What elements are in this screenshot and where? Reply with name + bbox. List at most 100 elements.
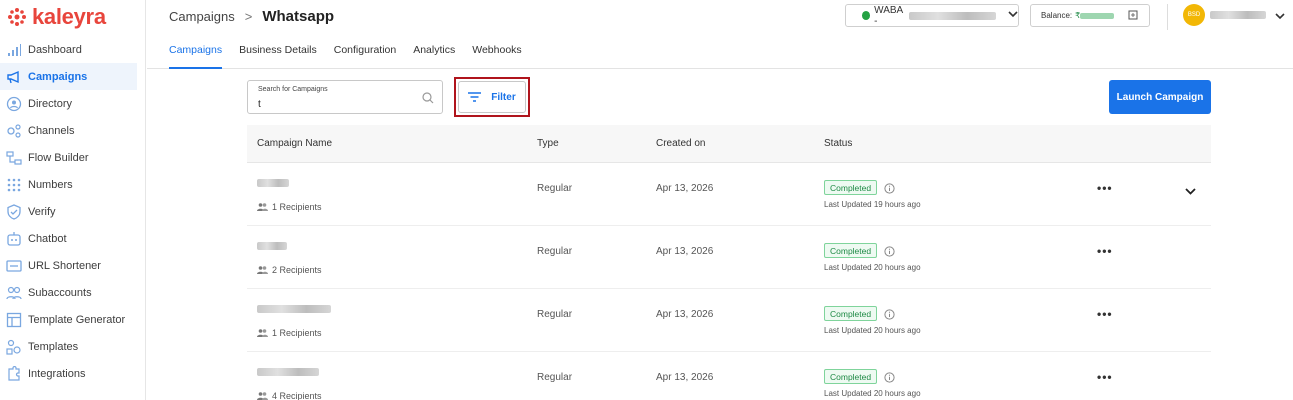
search-box[interactable]: Search for Campaigns xyxy=(247,80,443,114)
redacted-campaign-name xyxy=(257,242,287,250)
campaign-type: Regular xyxy=(537,372,573,383)
filter-button[interactable]: Filter xyxy=(458,81,526,113)
tab-business-details[interactable]: Business Details xyxy=(239,40,317,69)
sidebar-item-campaigns[interactable]: Campaigns xyxy=(0,63,137,90)
more-options-icon[interactable]: ••• xyxy=(1097,307,1113,321)
kaleyra-logo-icon xyxy=(7,7,27,27)
sidebar-item-dashboard[interactable]: Dashboard xyxy=(0,36,137,63)
brand-name: kaleyra xyxy=(32,4,106,29)
balance-display: Balance: ₹ xyxy=(1030,4,1150,27)
sidebar-nav: Dashboard Campaigns Directory Channels Flow … xyxy=(0,36,137,387)
tab-campaigns[interactable]: Campaigns xyxy=(169,40,223,69)
search-icon xyxy=(422,91,434,109)
status-badge: Completed xyxy=(824,306,878,321)
user-menu-chevron-icon[interactable] xyxy=(1275,7,1285,25)
info-icon[interactable] xyxy=(884,244,895,262)
search-label: Search for Campaigns xyxy=(258,86,328,93)
waba-selector[interactable]: WABA - xyxy=(845,4,1019,27)
redacted-campaign-name xyxy=(257,368,319,376)
sidebar-item-label: Verify xyxy=(28,205,56,218)
sidebar-item-template-generator[interactable]: Template Generator xyxy=(0,306,137,333)
shield-icon xyxy=(5,203,22,220)
sidebar-item-integrations[interactable]: Integrations xyxy=(0,360,137,387)
campaign-type: Regular xyxy=(537,246,573,257)
puzzle-icon xyxy=(5,365,22,382)
tab-analytics[interactable]: Analytics xyxy=(413,40,455,69)
column-header-type: Type xyxy=(537,138,559,149)
sidebar-item-channels[interactable]: Channels xyxy=(0,117,137,144)
info-icon[interactable] xyxy=(884,181,895,199)
last-updated: Last Updated 20 hours ago xyxy=(824,389,921,398)
sidebar: kaleyra Dashboard Campaigns Directory Chann… xyxy=(0,0,146,400)
sidebar-item-numbers[interactable]: Numbers xyxy=(0,171,137,198)
sidebar-item-label: Integrations xyxy=(28,367,86,380)
templates-icon xyxy=(5,338,22,355)
breadcrumb-parent[interactable]: Campaigns xyxy=(169,9,235,24)
tab-webhooks[interactable]: Webhooks xyxy=(472,40,521,69)
users-icon xyxy=(5,284,22,301)
tab-configuration[interactable]: Configuration xyxy=(334,40,396,69)
dialpad-icon xyxy=(5,176,22,193)
search-input[interactable] xyxy=(258,97,408,111)
sidebar-item-subaccounts[interactable]: Subaccounts xyxy=(0,279,137,306)
recipients-icon xyxy=(257,392,268,400)
status-badge: Completed xyxy=(824,243,878,258)
created-date: Apr 13, 2026 xyxy=(656,183,714,194)
status-badge: Completed xyxy=(824,180,878,195)
more-options-icon[interactable]: ••• xyxy=(1097,244,1113,258)
sidebar-item-templates[interactable]: Templates xyxy=(0,333,137,360)
avatar[interactable]: BSD xyxy=(1183,4,1205,26)
campaign-type: Regular xyxy=(537,183,573,194)
table-row[interactable]: 4 Recipients Regular Apr 13, 2026 Completed… xyxy=(247,352,1211,400)
whatsapp-icon xyxy=(862,11,871,20)
redacted-campaign-name xyxy=(257,305,331,313)
brand-logo[interactable]: kaleyra xyxy=(7,4,106,29)
last-updated: Last Updated 19 hours ago xyxy=(824,200,921,209)
sidebar-item-url-shortener[interactable]: URL Shortener xyxy=(0,252,137,279)
redacted-balance xyxy=(1080,12,1115,19)
table-row[interactable]: 1 Recipients Regular Apr 13, 2026 Completed… xyxy=(247,289,1211,352)
table-row[interactable]: 1 Recipients Regular Apr 13, 2026 Completed… xyxy=(247,163,1211,226)
directory-icon xyxy=(5,95,22,112)
more-options-icon[interactable]: ••• xyxy=(1097,370,1113,384)
sidebar-item-label: Numbers xyxy=(28,178,73,191)
waba-prefix: WABA - xyxy=(874,4,903,27)
info-icon[interactable] xyxy=(884,307,895,325)
tab-bar: Campaigns Business Details Configuration An… xyxy=(169,40,539,69)
recipients-count: 1 Recipients xyxy=(257,202,322,212)
created-date: Apr 13, 2026 xyxy=(656,372,714,383)
last-updated: Last Updated 20 hours ago xyxy=(824,326,921,335)
last-updated: Last Updated 20 hours ago xyxy=(824,263,921,272)
info-icon[interactable] xyxy=(884,370,895,388)
template-generator-icon xyxy=(5,311,22,328)
redacted-user-name xyxy=(1210,11,1266,19)
breadcrumb: Campaigns > Whatsapp xyxy=(169,6,334,26)
sidebar-item-directory[interactable]: Directory xyxy=(0,90,137,117)
sidebar-item-label: Subaccounts xyxy=(28,286,92,299)
sidebar-item-label: URL Shortener xyxy=(28,259,101,272)
recipients-count: 2 Recipients xyxy=(257,265,322,275)
sidebar-item-verify[interactable]: Verify xyxy=(0,198,137,225)
column-header-created: Created on xyxy=(656,138,706,149)
bar-chart-icon xyxy=(5,41,22,58)
more-options-icon[interactable]: ••• xyxy=(1097,181,1113,195)
breadcrumb-separator: > xyxy=(244,8,253,24)
created-date: Apr 13, 2026 xyxy=(656,246,714,257)
status-badge: Completed xyxy=(824,369,878,384)
sidebar-item-label: Channels xyxy=(28,124,75,137)
sidebar-item-label: Templates xyxy=(28,340,79,353)
sidebar-item-chatbot[interactable]: Chatbot xyxy=(0,225,137,252)
expand-chevron-icon[interactable] xyxy=(1185,182,1196,200)
created-date: Apr 13, 2026 xyxy=(656,309,714,320)
sidebar-item-label: Template Generator xyxy=(28,313,126,326)
launch-campaign-button[interactable]: Launch Campaign xyxy=(1109,80,1211,114)
chatbot-icon xyxy=(5,230,22,247)
recipients-icon xyxy=(257,266,268,274)
recipients-count: 4 Recipients xyxy=(257,391,322,400)
table-row[interactable]: 2 Recipients Regular Apr 13, 2026 Completed… xyxy=(247,226,1211,289)
app-root: kaleyra Dashboard Campaigns Directory Chann… xyxy=(0,0,1293,400)
sidebar-item-flow-builder[interactable]: Flow Builder xyxy=(0,144,137,171)
sidebar-item-label: Flow Builder xyxy=(28,151,89,164)
header-divider xyxy=(1167,4,1168,30)
refresh-icon[interactable] xyxy=(1128,10,1138,22)
